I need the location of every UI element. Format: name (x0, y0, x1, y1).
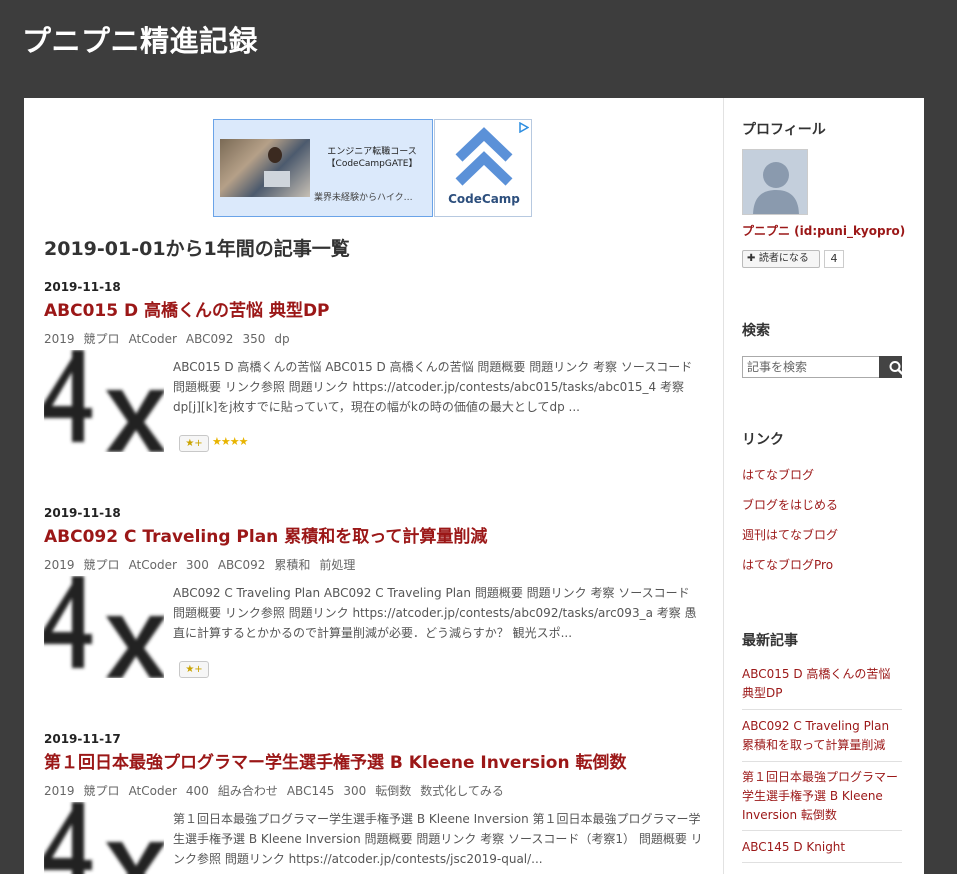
adchoices-icon[interactable] (518, 122, 529, 133)
category-link[interactable]: 競プロ (84, 784, 120, 798)
recent-heading: 最新記事 (742, 633, 798, 649)
ad-photo (220, 139, 310, 197)
subscriber-count: 4 (824, 250, 844, 268)
category-link[interactable]: 300 (186, 558, 209, 572)
ad-headline: エンジニア転職コース 【CodeCampGATE】 (326, 147, 418, 169)
recent-entry-link[interactable]: ABC092 C Traveling Plan 累積和を取って計算量削減 (742, 717, 902, 755)
divider (742, 761, 902, 762)
category-link[interactable]: 数式化してみる (420, 784, 504, 798)
profile-name-link[interactable]: プニプニ (id:puni_kyopro) (742, 222, 905, 239)
category-link[interactable]: 転倒数 (375, 784, 411, 798)
ad-banner[interactable]: エンジニア転職コース 【CodeCampGATE】 業界未経験からハイク… Co… (213, 119, 532, 217)
add-star-button[interactable]: ★+ (179, 661, 209, 678)
category-link[interactable]: 2019 (44, 558, 75, 572)
search-button[interactable] (879, 356, 904, 378)
archive-entry: 2019-11-18 ABC015 D 高橋くんの苦悩 典型DP 2019 競プロ… (44, 280, 704, 470)
entry-summary: ABC092 C Traveling Plan ABC092 C Traveli… (173, 586, 697, 640)
category-link[interactable]: 350 (242, 332, 265, 346)
category-link[interactable]: dp (274, 332, 289, 346)
subscribe-label: 読者になる (758, 253, 809, 264)
archive-entry: 2019-11-18 ABC092 C Traveling Plan 累積和を取… (44, 506, 704, 696)
link-hatena-blog[interactable]: はてなブログ (742, 466, 814, 483)
category-link[interactable]: 競プロ (84, 332, 120, 346)
entry-summary: 第１回日本最強プログラマー学生選手権予選 B Kleene Inversion … (173, 812, 703, 866)
sidebar: プロフィール プニプニ (id:puni_kyopro) ✚ 読者になる 4 検… (742, 98, 905, 874)
link-hatena-pro[interactable]: はてなブログPro (742, 556, 833, 573)
recent-entry-link[interactable]: 第１回日本最強プログラマー学生選手権予選 B Kleene Inversion … (742, 768, 902, 825)
recent-entry-link[interactable]: ABC145 D Knight (742, 838, 902, 857)
category-link[interactable]: 競プロ (84, 558, 120, 572)
category-link[interactable]: 2019 (44, 332, 75, 346)
profile-heading: プロフィール (742, 122, 826, 138)
entry-date: 2019-11-18 (44, 280, 121, 294)
links-heading: リンク (742, 432, 784, 448)
plus-icon: ✚ (747, 253, 759, 264)
search-heading: 検索 (742, 323, 770, 339)
entry-title-link[interactable]: 第１回日本最強プログラマー学生選手権予選 B Kleene Inversion … (44, 748, 626, 773)
category-link[interactable]: 組み合わせ (218, 784, 278, 798)
archive-heading: 2019-01-01から1年間の記事一覧 (44, 238, 350, 260)
entry-date: 2019-11-18 (44, 506, 121, 520)
entry-thumbnail[interactable] (44, 576, 164, 678)
entry-categories: 2019 競プロ AtCoder ABC092 350 dp (44, 330, 299, 347)
category-link[interactable]: 300 (343, 784, 366, 798)
star-list[interactable]: ★★★★ (212, 435, 248, 448)
search-input[interactable] (742, 356, 880, 378)
divider (742, 709, 902, 710)
entry-thumbnail[interactable] (44, 802, 164, 874)
ad-logo-text: CodeCamp (448, 192, 520, 206)
divider (742, 830, 902, 831)
entry-categories: 2019 競プロ AtCoder 300 ABC092 累積和 前処理 (44, 556, 364, 573)
main-column: エンジニア転職コース 【CodeCampGATE】 業界未経験からハイク… Co… (24, 98, 724, 874)
content-container: エンジニア転職コース 【CodeCampGATE】 業界未経験からハイク… Co… (24, 98, 924, 874)
category-link[interactable]: AtCoder (129, 784, 177, 798)
blog-title[interactable]: プニプニ精進記録 (22, 18, 258, 60)
entry-summary: ABC015 D 高橋くんの苦悩 ABC015 D 高橋くんの苦悩 問題概要 問… (173, 360, 693, 414)
category-link[interactable]: ABC092 (218, 558, 266, 572)
category-link[interactable]: 2019 (44, 784, 75, 798)
category-link[interactable]: AtCoder (129, 332, 177, 346)
entry-categories: 2019 競プロ AtCoder 400 組み合わせ ABC145 300 転倒数 数式化してみ… (44, 782, 513, 799)
entry-thumbnail[interactable] (44, 350, 164, 452)
category-link[interactable]: 400 (186, 784, 209, 798)
category-link[interactable]: ABC145 (287, 784, 335, 798)
ad-logo-panel[interactable]: CodeCamp (434, 119, 532, 217)
category-link[interactable]: ABC092 (186, 332, 234, 346)
link-weekly-hatena[interactable]: 週刊はてなブログ (742, 526, 838, 543)
category-link[interactable]: 前処理 (319, 558, 355, 572)
link-start-blog[interactable]: ブログをはじめる (742, 496, 838, 513)
ad-description: 業界未経験からハイク… (314, 193, 413, 203)
entry-title-link[interactable]: ABC092 C Traveling Plan 累積和を取って計算量削減 (44, 522, 487, 547)
category-link[interactable]: 累積和 (274, 558, 310, 572)
blog-header: プニプニ精進記録 (0, 0, 957, 98)
ad-text-panel[interactable]: エンジニア転職コース 【CodeCampGATE】 業界未経験からハイク… (213, 119, 433, 217)
recent-entry-link[interactable]: ABC015 D 高橋くんの苦悩 典型DP (742, 665, 902, 703)
column-divider (723, 98, 724, 874)
search-icon (889, 361, 904, 375)
divider (742, 862, 902, 863)
entry-title-link[interactable]: ABC015 D 高橋くんの苦悩 典型DP (44, 296, 330, 321)
category-link[interactable]: AtCoder (129, 558, 177, 572)
entry-date: 2019-11-17 (44, 732, 121, 746)
avatar[interactable] (742, 149, 808, 215)
add-star-button[interactable]: ★+ (179, 435, 209, 452)
archive-entry: 2019-11-17 第１回日本最強プログラマー学生選手権予選 B Kleene… (44, 732, 704, 874)
subscribe-button[interactable]: ✚ 読者になる (742, 250, 820, 268)
